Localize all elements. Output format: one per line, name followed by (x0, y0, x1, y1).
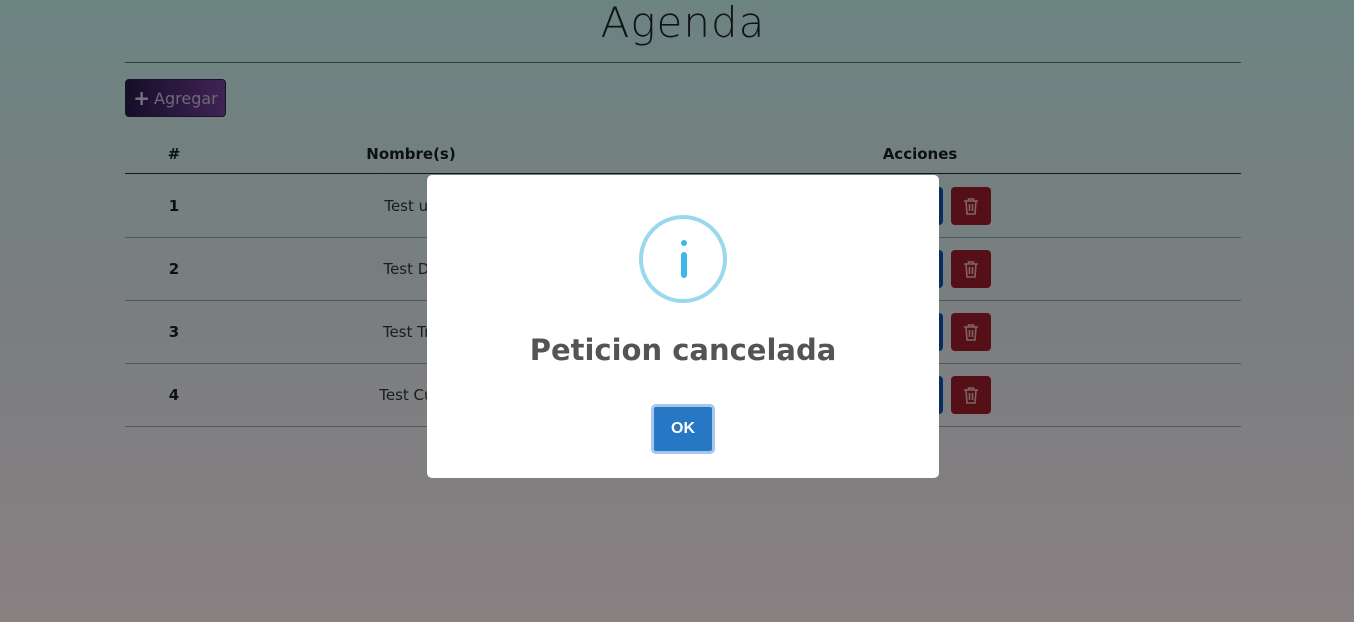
ok-button[interactable]: OK (651, 404, 715, 454)
dialog-title: Peticion cancelada (529, 333, 837, 367)
info-icon-stem (681, 252, 687, 278)
info-icon-dot (681, 240, 687, 246)
alert-dialog: Peticion cancelada OK (427, 175, 939, 478)
info-icon (639, 215, 727, 303)
